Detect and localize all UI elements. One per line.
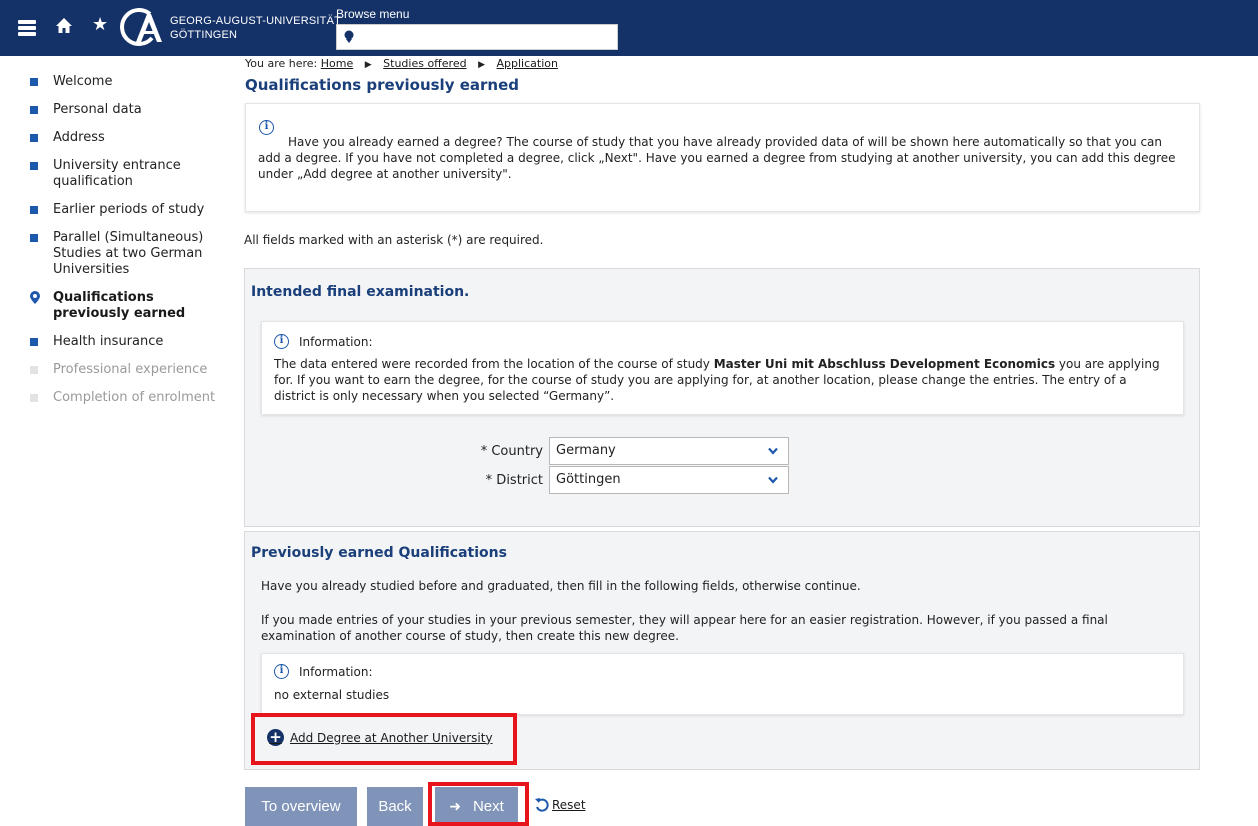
course-name: Master Uni mit Abschluss Development Eco… [713,357,1056,371]
info-heading: i Information: [274,334,373,349]
country-field-row: * Country Germany [461,437,789,465]
country-label: * Country [480,443,543,459]
back-button[interactable]: Back [367,787,423,826]
reset-icon [535,798,549,812]
panel-title: Intended final examination. [251,284,470,300]
logo-line-2: GÖTTINGEN [170,29,238,41]
top-bar: ★ GEORG-AUGUST-UNIVERSITÄT GÖTTINGEN Bro… [0,0,1258,56]
panel-title: Previously earned Qualifications [251,545,507,561]
sidebar-item-professional-experience: Professional experience [30,362,230,378]
breadcrumb: You are here: Home ▶ Studies offered ▶ A… [245,57,558,70]
sidebar-item-label: Personal data [53,102,142,117]
sidebar-item-label: Address [53,130,105,145]
chevron-right-icon: ▶ [364,60,372,70]
browse-menu-label: Browse menu [336,7,410,21]
breadcrumb-home-link[interactable]: Home [321,57,353,70]
breadcrumb-prefix: You are here: [245,57,318,70]
sidebar-item-label: Qualifications previously earned [53,290,186,321]
chevron-right-icon: ▶ [478,60,485,70]
sidebar-item-entrance-qualification[interactable]: University entrance qualification [30,158,230,190]
info-icon: i [274,334,289,349]
breadcrumb-studies-link[interactable]: Studies offered [383,57,466,70]
sidebar-item-completion: Completion of enrolment [30,390,230,406]
arrow-right-icon: ➜ [449,798,461,814]
step-bullet-icon [30,162,38,170]
country-select[interactable]: Germany [549,437,789,465]
exam-info-box: i Information: The data entered were rec… [261,321,1184,415]
breadcrumb-application-link[interactable]: Application [497,57,558,70]
sidebar-item-label: Professional experience [53,362,208,377]
info-heading-label: Information: [299,664,373,679]
home-icon[interactable] [54,16,74,36]
sidebar-item-earlier-periods[interactable]: Earlier periods of study [30,202,230,218]
external-studies-text: no external studies [274,688,390,702]
exam-info-text-part: The data entered were recorded from the … [274,357,714,371]
step-bullet-icon [30,206,38,214]
sidebar-item-label: Health insurance [53,334,164,349]
info-icon: i [259,120,274,135]
logo-line-1: GEORG-AUGUST-UNIVERSITÄT [170,15,342,27]
step-bullet-icon [30,394,38,402]
district-value: Göttingen [556,472,621,487]
star-icon[interactable]: ★ [92,14,108,36]
external-studies-info-box: i Information: no external studies [261,653,1184,715]
chevron-down-icon [768,476,778,484]
add-degree-label: Add Degree at Another University [290,730,493,745]
university-logo-icon[interactable] [114,8,166,48]
to-overview-button[interactable]: To overview [245,787,357,826]
reset-label: Reset [552,798,586,812]
sidebar-item-label: Earlier periods of study [53,202,205,217]
sidebar-item-label: Parallel (Simultaneous) Studies at two G… [53,230,204,277]
sidebar-item-label: Welcome [53,74,113,89]
progress-sidebar: Welcome Personal data Address University… [30,74,230,418]
browse-menu-input[interactable] [336,24,618,50]
previous-text-2: If you made entries of your studies in y… [261,613,1108,643]
step-bullet-icon [30,78,38,86]
step-bullet-icon [30,134,38,142]
search-pin-icon [344,30,354,43]
step-bullet-icon [30,366,38,374]
sidebar-item-health-insurance[interactable]: Health insurance [30,334,230,350]
next-label: Next [472,798,504,815]
menu-icon[interactable] [18,20,36,36]
logo-text: GEORG-AUGUST-UNIVERSITÄT GÖTTINGEN [170,14,341,42]
plus-circle-icon: + [267,729,284,746]
info-heading: i Information: [274,664,373,679]
add-degree-link[interactable]: + Add Degree at Another University [267,729,493,746]
page-title: Qualifications previously earned [245,76,519,94]
sidebar-item-personal-data[interactable]: Personal data [30,102,230,118]
reset-link[interactable]: Reset [534,797,586,813]
next-button[interactable]: ➜ Next [435,787,518,826]
location-pin-icon [30,291,40,304]
sidebar-item-label: Completion of enrolment [53,390,216,405]
exam-info-text: The data entered were recorded from the … [274,356,1171,404]
required-fields-note: All fields marked with an asterisk (*) a… [244,233,544,247]
step-bullet-icon [30,106,38,114]
step-bullet-icon [30,234,38,242]
district-select[interactable]: Göttingen [549,466,789,494]
step-bullet-icon [30,338,38,346]
info-icon: i [274,664,289,679]
sidebar-item-label: University entrance qualification [53,158,181,189]
previous-qualifications-panel: Previously earned Qualifications Have yo… [244,531,1200,770]
sidebar-item-welcome[interactable]: Welcome [30,74,230,90]
sidebar-item-address[interactable]: Address [30,130,230,146]
sidebar-item-parallel-studies[interactable]: Parallel (Simultaneous) Studies at two G… [30,230,230,278]
country-value: Germany [556,443,616,458]
sidebar-item-qualifications[interactable]: Qualifications previously earned [30,290,230,322]
info-heading-label: Information: [299,334,373,349]
district-field-row: * District Göttingen [461,466,789,494]
chevron-down-icon [768,447,778,455]
intro-info-box: i Have you already earned a degree? The … [245,103,1200,212]
previous-text-1: Have you already studied before and grad… [261,579,861,593]
intro-text: Have you already earned a degree? The co… [258,135,1176,181]
district-label: * District [485,472,543,488]
intended-exam-panel: Intended final examination. i Informatio… [244,268,1200,527]
